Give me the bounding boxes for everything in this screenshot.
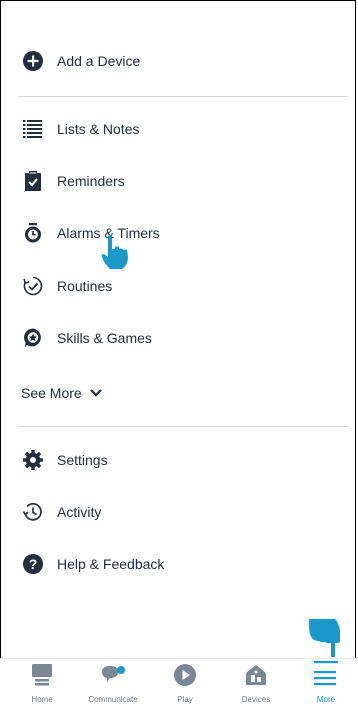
menu-item-skills-games[interactable]: Skills & Games [0,312,358,364]
alarm-clock-icon [22,222,44,244]
tab-devices[interactable]: Devices [221,659,291,704]
chat-icon [100,664,126,691]
menu-item-label: Settings [57,452,108,468]
tab-label: Home [31,695,53,704]
plus-circle-icon [22,50,44,72]
routines-icon [22,275,44,297]
list-icon [22,118,44,140]
question-circle-icon: ? [22,553,44,575]
menu-icon [314,661,338,692]
menu-item-label: Add a Device [57,53,141,69]
menu-item-label: Reminders [57,173,125,189]
tab-home[interactable]: Home [7,659,77,704]
chevron-down-icon [89,389,102,397]
tab-play[interactable]: Play [150,659,220,704]
menu-item-label: Lists & Notes [57,121,140,137]
tab-label: Play [177,695,193,704]
menu-item-label: Help & Feedback [57,556,165,572]
menu-item-label: Skills & Games [57,330,152,346]
tab-label: More [316,695,336,704]
menu-item-activity[interactable]: Activity [0,486,358,538]
menu-item-label: Routines [57,278,113,294]
menu-item-alarms-timers[interactable]: Alarms & Timers [0,207,358,259]
menu-item-add-device[interactable]: Add a Device [0,35,358,87]
pointer-hand-down-icon [305,617,343,662]
svg-text:?: ? [29,556,38,572]
bottom-tab-bar: Home Communicate Play Devices More [0,658,358,704]
devices-icon [245,664,267,691]
tab-communicate[interactable]: Communicate [78,659,148,704]
tab-more[interactable]: More [291,659,358,704]
divider [18,426,348,427]
divider [18,96,348,97]
pointer-hand-icon [100,235,140,276]
gear-icon [22,449,44,471]
menu-item-lists-notes[interactable]: Lists & Notes [0,103,358,155]
see-more-label: See More [21,385,82,401]
tab-label: Communicate [88,695,138,704]
clipboard-check-icon [22,170,44,192]
menu-item-label: Activity [57,504,102,520]
menu-item-routines[interactable]: Routines [0,260,358,312]
menu-item-reminders[interactable]: Reminders [0,155,358,207]
menu-item-settings[interactable]: Settings [0,434,358,486]
home-icon [32,664,52,691]
play-icon [174,664,196,691]
skills-icon [22,327,44,349]
history-icon [22,501,44,523]
tab-label: Devices [241,695,271,704]
see-more-toggle[interactable]: See More [21,381,102,405]
menu-item-help-feedback[interactable]: ? Help & Feedback [0,538,358,590]
